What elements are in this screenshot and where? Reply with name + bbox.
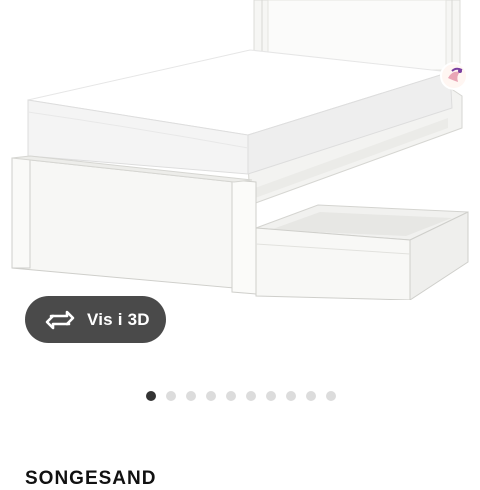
ar-badge-icon[interactable]: [440, 62, 468, 90]
carousel-dot[interactable]: [166, 391, 176, 401]
mattress: [27, 49, 453, 175]
view-in-3d-label: Vis i 3D: [87, 309, 150, 329]
carousel-dot[interactable]: [306, 391, 316, 401]
carousel-dot[interactable]: [286, 391, 296, 401]
carousel-pagination: [146, 391, 336, 401]
storage-drawer: [255, 204, 469, 300]
rotate-3d-icon: [45, 310, 75, 329]
carousel-dot[interactable]: [326, 391, 336, 401]
bed-frame: [11, 155, 257, 295]
carousel-dot[interactable]: [226, 391, 236, 401]
carousel-dot[interactable]: [246, 391, 256, 401]
carousel-dot[interactable]: [206, 391, 216, 401]
carousel-dot[interactable]: [146, 391, 156, 401]
carousel-dot[interactable]: [266, 391, 276, 401]
product-title: SONGESAND: [25, 468, 157, 489]
carousel-dot[interactable]: [186, 391, 196, 401]
view-in-3d-button[interactable]: Vis i 3D: [25, 296, 166, 343]
product-image-bed[interactable]: [0, 0, 480, 300]
product-page: Vis i 3D SONGESAND: [0, 0, 480, 489]
